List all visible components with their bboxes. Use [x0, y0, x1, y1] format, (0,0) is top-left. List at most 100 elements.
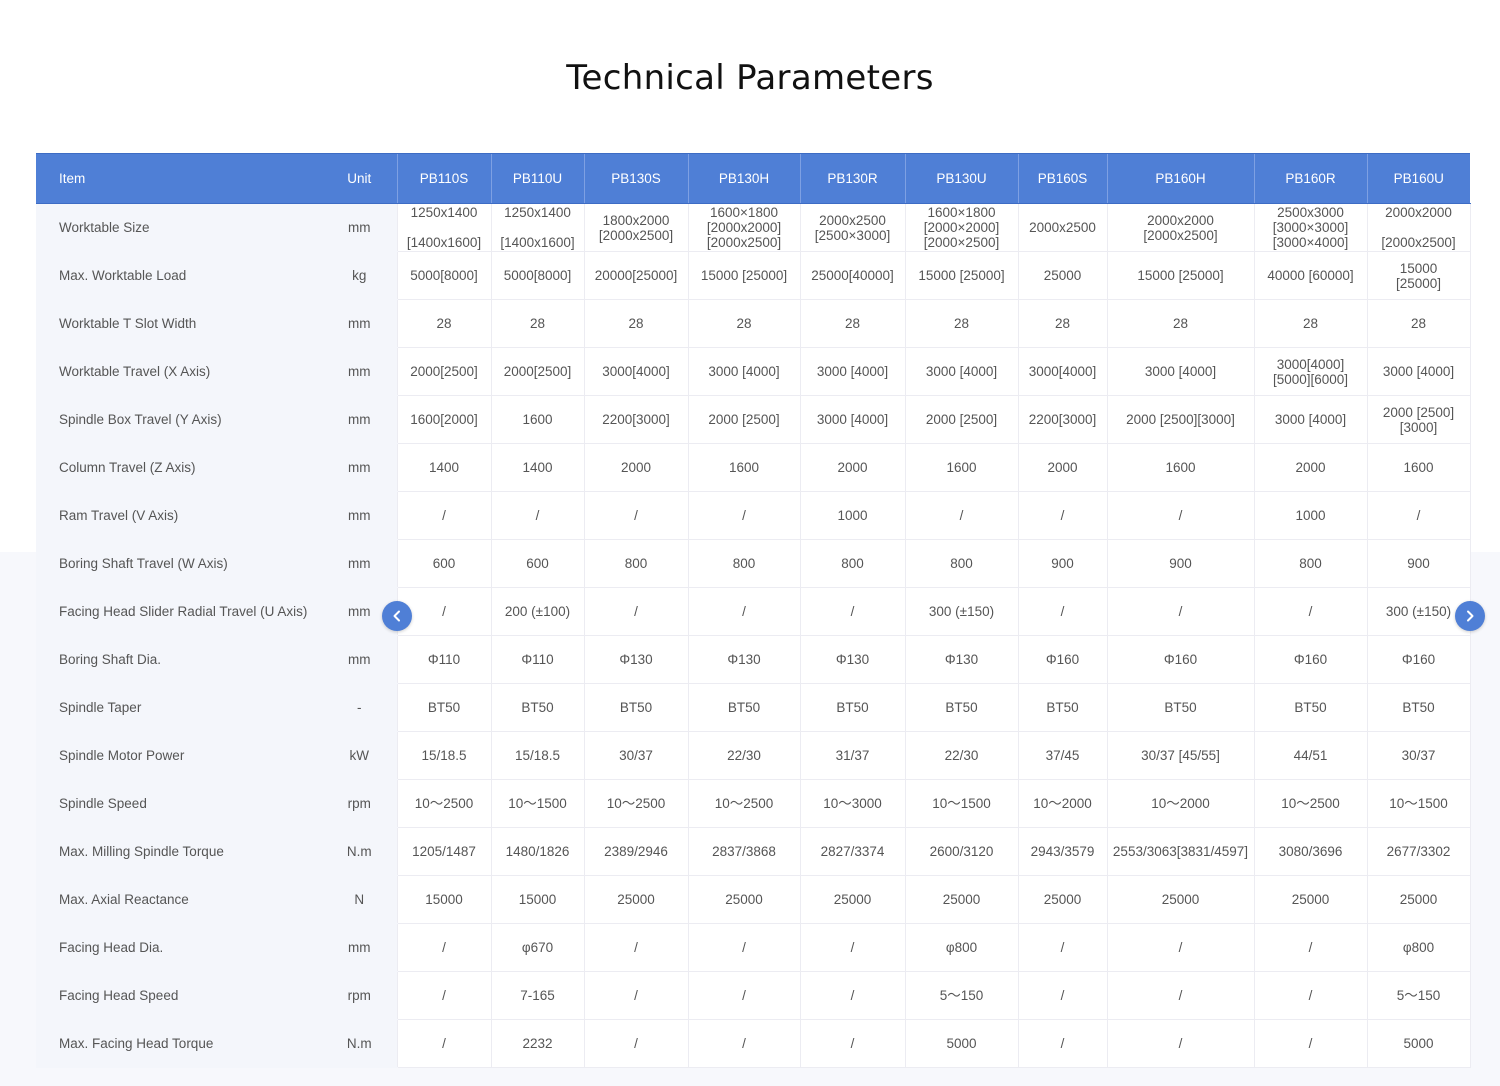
- table-cell: Φ160: [1253, 635, 1367, 684]
- table-cell: φ800: [1366, 923, 1471, 972]
- table-cell: 3080/3696: [1253, 827, 1367, 876]
- table-cell: 25000: [904, 875, 1018, 924]
- table-cell: 28: [1366, 299, 1471, 348]
- table-row: Spindle Motor Power kW 15/18.5 15/18.5 30/37…: [36, 731, 1471, 780]
- table-cell: 15/18.5: [396, 731, 491, 780]
- table-cell: /: [1017, 1019, 1107, 1068]
- table-cell: 5～150: [904, 971, 1018, 1020]
- row-item-label: Spindle Motor Power: [36, 731, 322, 780]
- table-cell: /: [1366, 491, 1471, 540]
- table-cell: 30/37: [1366, 731, 1471, 780]
- table-cell: 2000[2500]: [396, 347, 491, 396]
- row-unit: mm: [322, 299, 397, 348]
- table-cell: 2000 [2500]: [904, 395, 1018, 444]
- table-cell: 2389/2946: [583, 827, 688, 876]
- scroll-right-button[interactable]: [1455, 601, 1485, 631]
- table-row: Worktable Travel (X Axis) mm 2000[2500] 200…: [36, 347, 1471, 396]
- row-unit: mm: [322, 347, 397, 396]
- table-cell: 15000: [490, 875, 584, 924]
- row-item-label: Worktable Size: [36, 203, 322, 252]
- table-cell: BT50: [583, 683, 688, 732]
- table-cell: 28: [904, 299, 1018, 348]
- page-title: Technical Parameters: [566, 58, 934, 98]
- table-cell: /: [799, 587, 905, 636]
- table-cell: 7-165: [490, 971, 584, 1020]
- table-cell: 2827/3374: [799, 827, 905, 876]
- table-cell: 3000 [4000]: [1253, 395, 1367, 444]
- table-cell: /: [799, 971, 905, 1020]
- table-cell: 1250x1400 [1400x1600]: [396, 203, 491, 252]
- table-cell: 3000 [4000]: [687, 347, 800, 396]
- table-cell: 1600×1800 [2000x2000] [2000x2500]: [687, 203, 800, 252]
- table-cell: /: [1106, 923, 1254, 972]
- row-item-label: Spindle Speed: [36, 779, 322, 828]
- table-cell: 800: [583, 539, 688, 588]
- table-cell: 2000: [1253, 443, 1367, 492]
- table-cell: Φ110: [396, 635, 491, 684]
- row-item-label: Column Travel (Z Axis): [36, 443, 322, 492]
- table-cell: 600: [396, 539, 491, 588]
- table-cell: BT50: [1253, 683, 1367, 732]
- row-unit: mm: [322, 923, 397, 972]
- row-item-label: Boring Shaft Dia.: [36, 635, 322, 684]
- table-cell: 2000: [799, 443, 905, 492]
- table-cell: /: [1253, 1019, 1367, 1068]
- table-row: Worktable Size mm 1250x1400 [1400x1600] 125…: [36, 203, 1471, 252]
- table-cell: 5000[8000]: [490, 251, 584, 300]
- table-cell: 25000: [1017, 251, 1107, 300]
- table-cell: 10～2500: [396, 779, 491, 828]
- table-header-row: Item Unit PB110S PB110U PB130S PB130H PB130R…: [36, 153, 1470, 204]
- table-cell: 10～2500: [583, 779, 688, 828]
- table-cell: /: [687, 587, 800, 636]
- row-item-label: Spindle Taper: [36, 683, 322, 732]
- table-row: Max. Axial Reactance N 15000 15000 25000 2500…: [36, 875, 1471, 924]
- row-unit: mm: [322, 491, 397, 540]
- table-cell: 900: [1106, 539, 1254, 588]
- table-cell: Φ110: [490, 635, 584, 684]
- header-model: PB160H: [1106, 153, 1254, 204]
- table-row: Spindle Box Travel (Y Axis) mm 1600[2000] 1…: [36, 395, 1471, 444]
- table-cell: 1400: [396, 443, 491, 492]
- table-cell: 28: [1017, 299, 1107, 348]
- table-cell: 900: [1017, 539, 1107, 588]
- table-cell: 600: [490, 539, 584, 588]
- table-cell: φ800: [904, 923, 1018, 972]
- table-cell: BT50: [1366, 683, 1471, 732]
- table-cell: 3000 [4000]: [904, 347, 1018, 396]
- scroll-left-button[interactable]: [382, 601, 412, 631]
- row-unit: mm: [322, 539, 397, 588]
- table-cell: /: [1017, 491, 1107, 540]
- row-item-label: Facing Head Dia.: [36, 923, 322, 972]
- row-unit: mm: [322, 443, 397, 492]
- table-cell: 15000: [396, 875, 491, 924]
- table-cell: 28: [687, 299, 800, 348]
- table-cell: 2000: [1017, 443, 1107, 492]
- row-unit: -: [322, 683, 397, 732]
- table-cell: 25000[40000]: [799, 251, 905, 300]
- header-model: PB160S: [1017, 153, 1107, 204]
- chevron-right-icon: [1467, 610, 1474, 622]
- table-row: Column Travel (Z Axis) mm 1400 1400 2000 1600…: [36, 443, 1471, 492]
- table-cell: 1000: [799, 491, 905, 540]
- table-row: Max. Worktable Load kg 5000[8000] 5000[8000…: [36, 251, 1471, 300]
- table-cell: 31/37: [799, 731, 905, 780]
- table-cell: Φ160: [1106, 635, 1254, 684]
- table-cell: /: [799, 923, 905, 972]
- table-cell: 2600/3120: [904, 827, 1018, 876]
- table-cell: /: [396, 923, 491, 972]
- table-cell: 1600×1800 [2000×2000] [2000×2500]: [904, 203, 1018, 252]
- table-cell: Φ130: [583, 635, 688, 684]
- row-unit: mm: [322, 203, 397, 252]
- table-cell: 2000x2500 [2500×3000]: [799, 203, 905, 252]
- table-cell: 28: [396, 299, 491, 348]
- row-item-label: Facing Head Slider Radial Travel (U Axis…: [36, 587, 322, 636]
- table-cell: 28: [1253, 299, 1367, 348]
- table-cell: 28: [490, 299, 584, 348]
- row-item-label: Max. Worktable Load: [36, 251, 322, 300]
- table-cell: /: [1017, 971, 1107, 1020]
- table-cell: 10～3000: [799, 779, 905, 828]
- header-model: PB110S: [396, 153, 491, 204]
- table-cell: Φ160: [1366, 635, 1471, 684]
- row-item-label: Ram Travel (V Axis): [36, 491, 322, 540]
- row-item-label: Worktable T Slot Width: [36, 299, 322, 348]
